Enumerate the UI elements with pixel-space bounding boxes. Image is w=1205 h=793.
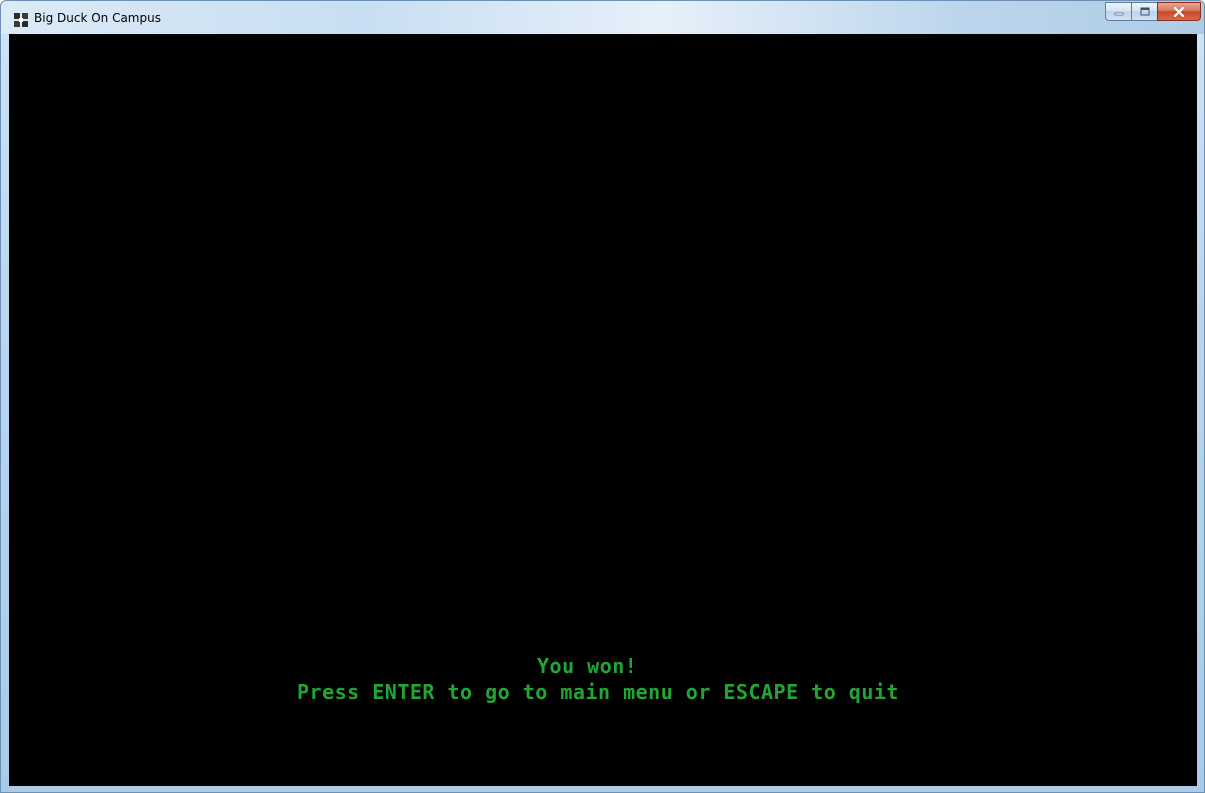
- close-button[interactable]: [1157, 2, 1201, 21]
- win-message: You won!: [537, 654, 638, 678]
- close-icon: [1173, 6, 1185, 17]
- minimize-icon: [1114, 12, 1123, 15]
- instruction-message: Press ENTER to go to main menu or ESCAPE…: [297, 680, 899, 704]
- window-controls: [1105, 2, 1201, 21]
- maximize-button[interactable]: [1131, 2, 1157, 21]
- game-window: Big Duck On Campus You won! Press ENTER …: [0, 0, 1205, 793]
- maximize-icon: [1140, 7, 1149, 16]
- game-canvas[interactable]: You won! Press ENTER to go to main menu …: [9, 34, 1197, 786]
- duck-app-icon: [14, 13, 28, 27]
- minimize-button[interactable]: [1105, 2, 1131, 21]
- title-bar[interactable]: Big Duck On Campus: [1, 1, 1204, 34]
- window-title: Big Duck On Campus: [34, 11, 161, 25]
